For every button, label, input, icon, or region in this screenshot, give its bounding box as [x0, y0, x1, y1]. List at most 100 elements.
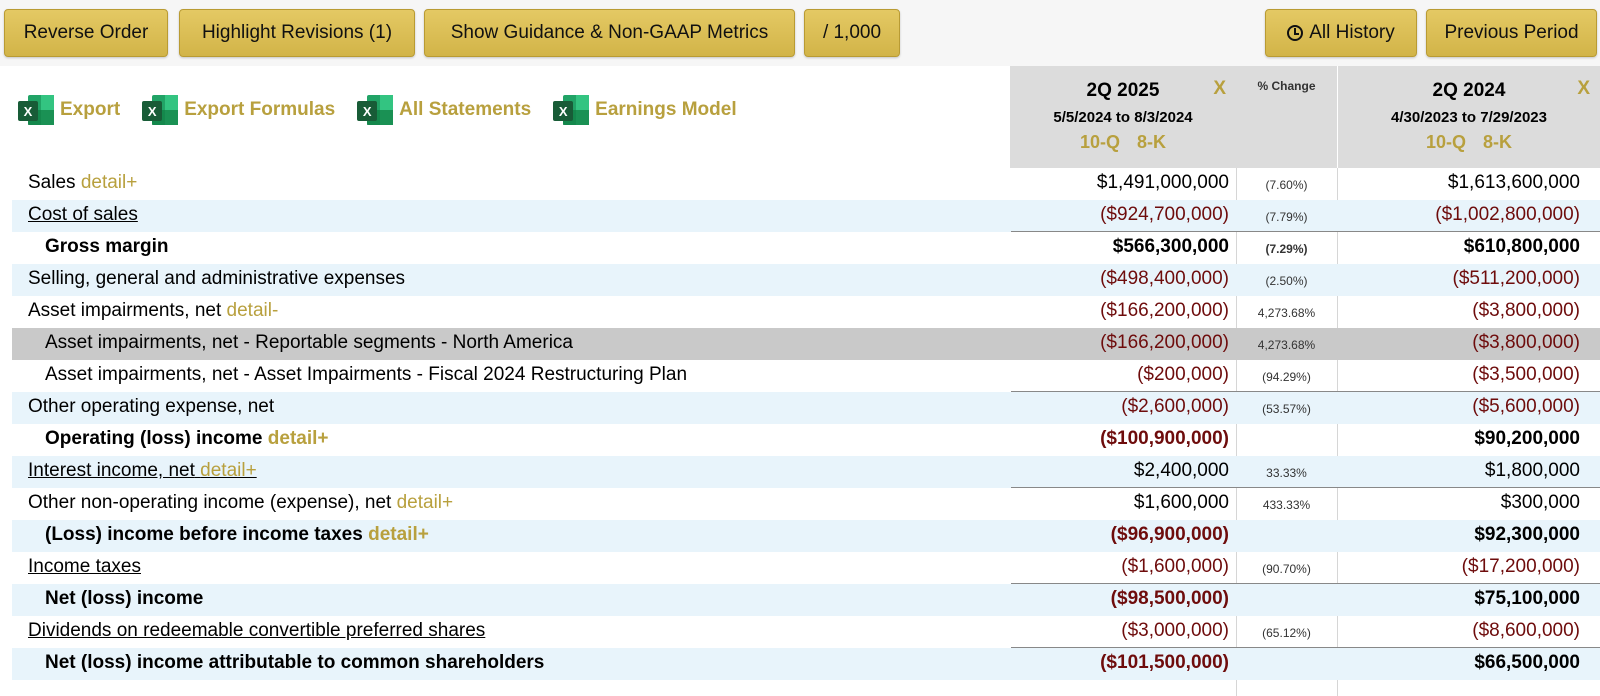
table-row: Interest income, net detail+ $2,400,000 … [12, 456, 1600, 488]
column-header-current: 2Q 2025 5/5/2024 to 8/3/2024 10-Q 8-K X [1010, 66, 1236, 168]
row-label: Asset impairments, net - Asset Impairmen… [45, 364, 688, 385]
detail-toggle[interactable]: detail- [227, 300, 279, 321]
prior-period-title: 2Q 2024 [1432, 80, 1506, 101]
prior-value: $1,613,600,000 [1447, 172, 1580, 193]
pct-change-value: (7.60%) [1265, 178, 1308, 192]
prior-value: $90,200,000 [1474, 428, 1580, 449]
current-value: ($96,900,000) [1110, 524, 1229, 545]
current-value: $1,600,000 [1133, 492, 1229, 513]
current-10q-link[interactable]: 10-Q [1080, 132, 1120, 152]
prior-value: $92,300,000 [1474, 524, 1580, 545]
row-label: Other operating expense, net [28, 396, 275, 417]
pct-change-value: 4,273.68% [1257, 306, 1316, 320]
export-links: X Export X Export Formulas X All Stateme… [18, 93, 759, 127]
current-value: ($1,600,000) [1121, 556, 1229, 577]
reverse-order-button[interactable]: Reverse Order [4, 9, 168, 57]
table-row: Selling, general and administrative expe… [12, 264, 1600, 296]
prior-value: ($511,200,000) [1452, 268, 1580, 289]
detail-toggle[interactable]: detail+ [368, 524, 429, 545]
column-header-pct-change: % Change [1236, 66, 1337, 168]
pct-change-value: (94.29%) [1262, 370, 1311, 384]
table-row: Income taxes ($1,600,000) (90.70%) ($17,… [12, 552, 1600, 584]
pct-change-value: (65.12%) [1262, 626, 1311, 640]
detail-toggle[interactable]: detail+ [200, 460, 257, 481]
prior-value: $66,500,000 [1474, 652, 1580, 673]
prior-value: ($17,200,000) [1461, 556, 1580, 577]
row-label-link[interactable]: Cost of sales [28, 204, 138, 226]
current-value: $1,491,000,000 [1096, 172, 1229, 193]
table-row: Other non-operating income (expense), ne… [12, 487, 1600, 520]
pct-change-value: 4,273.68% [1257, 338, 1316, 352]
prior-value: ($3,800,000) [1472, 332, 1580, 353]
table-row: Other operating expense, net ($2,600,000… [12, 391, 1600, 424]
prior-value: ($1,002,800,000) [1435, 204, 1580, 225]
excel-icon: X [18, 93, 54, 127]
row-label: Asset impairments, net [28, 300, 222, 321]
all-history-button[interactable]: All History [1265, 9, 1417, 57]
table-row: Gross margin $566,300,000 (7.29%) $610,8… [12, 231, 1600, 264]
pct-change-label: % Change [1257, 79, 1316, 93]
income-statement-table: Sales detail+ $1,491,000,000 (7.60%) $1,… [12, 168, 1600, 680]
row-label: Gross margin [45, 236, 169, 257]
table-row: Operating (loss) income detail+ ($100,90… [12, 424, 1600, 456]
remove-current-column-button[interactable]: X [1213, 78, 1226, 100]
current-value: ($2,600,000) [1121, 396, 1229, 417]
row-label: Asset impairments, net - Reportable segm… [45, 332, 573, 353]
detail-toggle[interactable]: detail+ [81, 172, 138, 193]
current-value: ($498,400,000) [1100, 268, 1229, 289]
previous-period-button[interactable]: Previous Period [1426, 9, 1597, 57]
export-formulas-label: Export Formulas [184, 99, 336, 120]
all-history-label: All History [1309, 22, 1395, 43]
row-label-link[interactable]: Dividends on redeemable convertible pref… [28, 620, 485, 642]
current-value: ($924,700,000) [1100, 204, 1229, 225]
export-link[interactable]: X Export [18, 93, 120, 127]
detail-toggle[interactable]: detail+ [268, 428, 329, 449]
table-row: Net (loss) income attributable to common… [12, 647, 1600, 680]
column-header-prior: 2Q 2024 4/30/2023 to 7/29/2023 10-Q 8-K … [1338, 66, 1600, 168]
current-value: ($100,900,000) [1100, 428, 1229, 449]
detail-toggle[interactable]: detail+ [397, 492, 454, 513]
prior-value: $1,800,000 [1484, 460, 1580, 481]
show-guidance-button[interactable]: Show Guidance & Non-GAAP Metrics [424, 9, 795, 57]
row-label: Sales [28, 172, 76, 193]
highlight-revisions-button[interactable]: Highlight Revisions (1) [179, 9, 415, 57]
row-label: Selling, general and administrative expe… [28, 268, 406, 289]
table-row: Net (loss) income ($98,500,000) $75,100,… [12, 583, 1600, 616]
pct-change-value: (2.50%) [1265, 274, 1308, 288]
pct-change-value: (53.57%) [1262, 402, 1311, 416]
current-value: $2,400,000 [1133, 460, 1229, 481]
prior-8k-link[interactable]: 8-K [1483, 132, 1512, 152]
current-value: ($98,500,000) [1110, 588, 1229, 609]
excel-icon: X [553, 93, 590, 127]
row-label-link[interactable]: Interest income, net [28, 460, 195, 481]
prior-value: $300,000 [1500, 492, 1580, 513]
row-label: Operating (loss) income [45, 428, 263, 449]
all-statements-link[interactable]: X All Statements [357, 93, 531, 127]
current-period-range: 5/5/2024 to 8/3/2024 [1053, 109, 1193, 126]
remove-prior-column-button[interactable]: X [1577, 78, 1590, 100]
table-row: Asset impairments, net detail- ($166,200… [12, 296, 1600, 328]
prior-value: ($8,600,000) [1472, 620, 1580, 641]
current-period-title: 2Q 2025 [1086, 80, 1160, 101]
current-value: ($166,200,000) [1100, 300, 1229, 321]
table-row: Dividends on redeemable convertible pref… [12, 616, 1600, 648]
row-label-link[interactable]: Income taxes [28, 556, 141, 578]
export-formulas-link[interactable]: X Export Formulas [142, 93, 335, 127]
prior-10q-link[interactable]: 10-Q [1426, 132, 1466, 152]
table-row: Sales detail+ $1,491,000,000 (7.60%) $1,… [12, 168, 1600, 200]
current-value: ($200,000) [1137, 364, 1229, 385]
earnings-model-link[interactable]: X Earnings Model [553, 93, 737, 127]
excel-icon: X [357, 93, 394, 127]
pct-change-value: 33.33% [1266, 466, 1307, 480]
prior-value: $610,800,000 [1463, 236, 1580, 257]
scale-button[interactable]: / 1,000 [804, 9, 900, 57]
pct-change-value: 433.33% [1262, 498, 1311, 512]
prior-value: ($5,600,000) [1472, 396, 1580, 417]
current-value: ($166,200,000) [1100, 332, 1229, 353]
clock-icon [1287, 25, 1304, 41]
pct-change-value: (90.70%) [1262, 562, 1311, 576]
prior-value: $75,100,000 [1474, 588, 1580, 609]
current-value: ($101,500,000) [1100, 652, 1229, 673]
pct-change-value: (7.79%) [1265, 210, 1308, 224]
current-8k-link[interactable]: 8-K [1137, 132, 1166, 152]
